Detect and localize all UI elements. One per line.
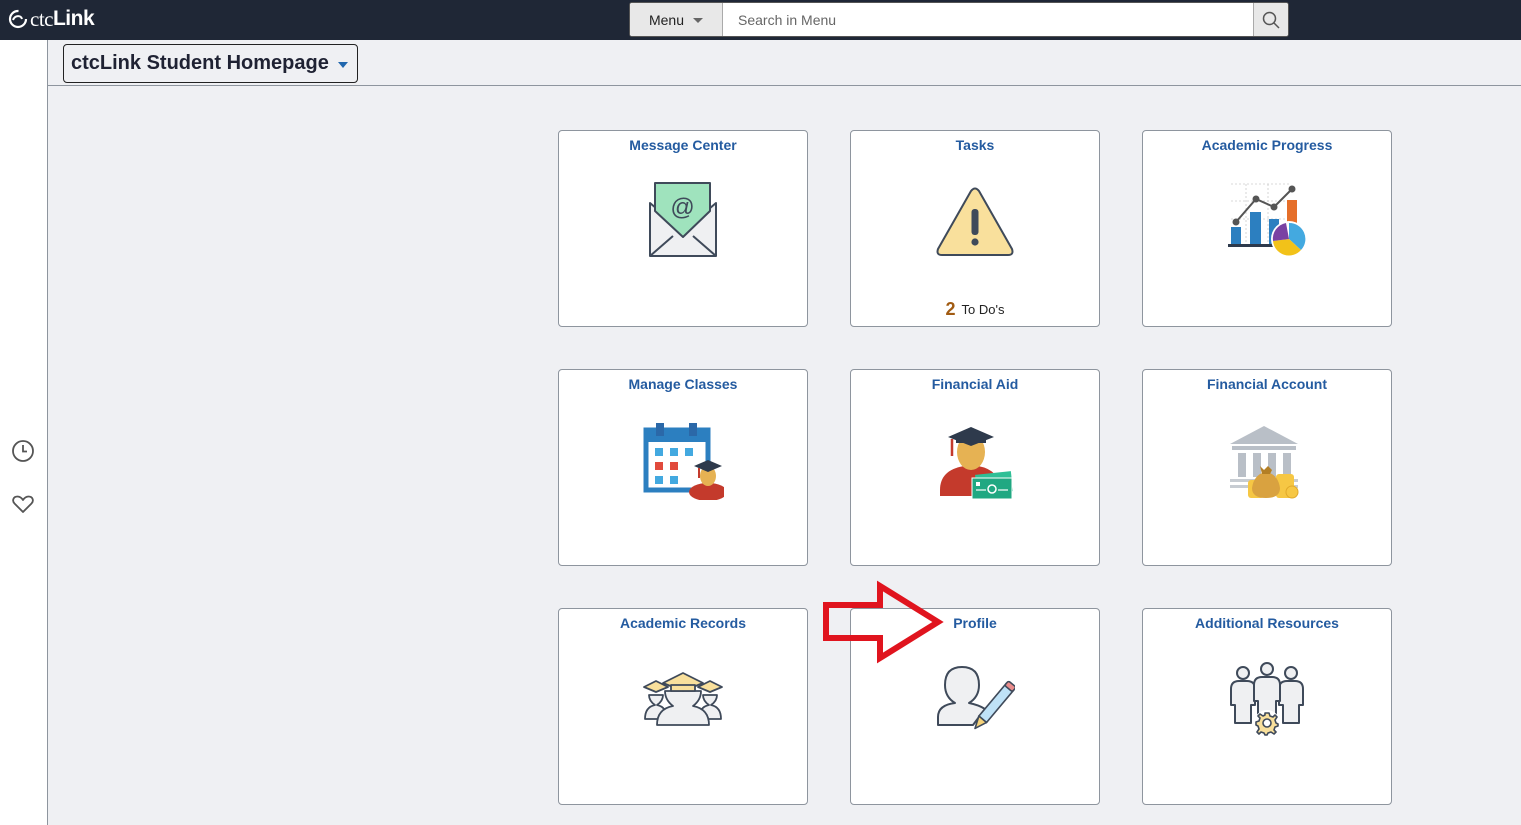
tile-additional-resources[interactable]: Additional Resources <box>1142 608 1392 805</box>
menu-dropdown-button[interactable]: Menu <box>630 3 723 36</box>
todo-count: 2 <box>945 299 956 319</box>
tile-title: Academic Records <box>619 615 747 631</box>
people-gear-icon <box>1230 662 1304 736</box>
menu-label: Menu <box>648 11 685 28</box>
svg-text:@: @ <box>670 194 694 221</box>
logo-text-ctc: ctc <box>30 6 53 31</box>
calendar-student-icon <box>643 423 724 500</box>
tile-message-center[interactable]: Message Center @ <box>558 130 808 327</box>
menu-search-bar: Menu <box>629 2 1289 37</box>
warning-triangle-icon <box>936 187 1014 256</box>
ctclink-logo[interactable]: ctc Link <box>8 6 95 32</box>
tile-profile[interactable]: Profile <box>850 608 1100 805</box>
chevron-down-icon <box>693 18 704 23</box>
homepage-header: ctcLink Student Homepage <box>48 40 1521 86</box>
homepage-selector[interactable]: ctcLink Student Homepage <box>63 44 358 83</box>
chevron-down-icon <box>337 62 348 68</box>
tile-title: Academic Progress <box>1201 137 1333 153</box>
tile-academic-records[interactable]: Academic Records <box>558 608 808 805</box>
ctclink-logo-icon <box>8 9 28 29</box>
homepage-title: ctcLink Student Homepage <box>71 52 329 74</box>
favorites-icon[interactable] <box>11 492 35 516</box>
search-input[interactable] <box>723 3 1253 36</box>
tile-financial-aid[interactable]: Financial Aid <box>850 369 1100 566</box>
todo-count-badge: 2 To Do's <box>851 299 1099 320</box>
tile-title: Profile <box>953 615 997 631</box>
tile-title: Manage Classes <box>628 376 738 392</box>
tile-tasks[interactable]: Tasks 2 To Do's <box>850 130 1100 327</box>
tile-title: Tasks <box>955 137 995 153</box>
left-side-rail <box>0 40 48 825</box>
tile-manage-classes[interactable]: Manage Classes <box>558 369 808 566</box>
graduates-group-icon <box>643 672 723 726</box>
tile-title: Financial Aid <box>931 376 1019 392</box>
tile-financial-account[interactable]: Financial Account <box>1142 369 1392 566</box>
recent-icon[interactable] <box>11 439 35 463</box>
logo-text-link: Link <box>52 7 95 30</box>
graduate-money-icon <box>940 427 1013 500</box>
tile-academic-progress[interactable]: Academic Progress <box>1142 130 1392 327</box>
search-button[interactable] <box>1253 3 1288 36</box>
todo-label: To Do's <box>961 302 1005 317</box>
tile-title: Message Center <box>629 137 737 153</box>
analytics-chart-icon <box>1228 183 1307 257</box>
tile-title: Financial Account <box>1206 376 1328 392</box>
envelope-at-icon: @ <box>649 182 717 257</box>
user-edit-icon <box>937 666 1015 730</box>
search-icon <box>1262 11 1280 29</box>
tile-title: Additional Resources <box>1195 615 1339 631</box>
bank-moneybag-icon <box>1230 426 1299 499</box>
top-navigation-bar: ctc Link Menu <box>0 0 1521 40</box>
